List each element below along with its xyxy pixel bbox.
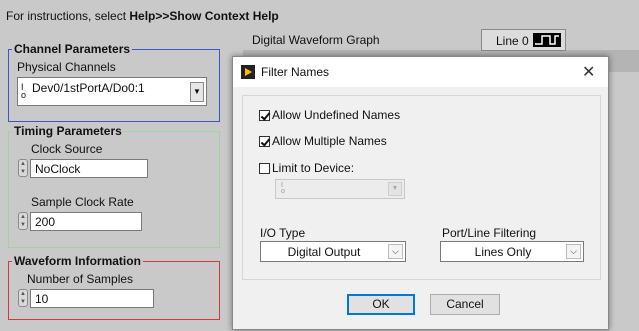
sample-clock-rate-field[interactable]: 200	[30, 212, 142, 231]
digital-waveform-icon	[533, 33, 561, 47]
line-selector-button[interactable]: Line 0	[481, 29, 566, 51]
io-type-select[interactable]: Digital Output ⌵	[260, 241, 406, 262]
dialog-title: Filter Names	[261, 65, 330, 79]
clock-source-label: Clock Source	[31, 142, 103, 156]
limit-to-device-option[interactable]: Limit to Device:	[259, 161, 354, 175]
chevron-down-icon[interactable]: ⌵	[566, 244, 581, 259]
chevron-down-icon[interactable]: ▼	[190, 82, 204, 102]
physical-channels-field[interactable]: Io Dev0/1stPortA/Do0:1 ▼	[17, 77, 207, 106]
io-type-label: I/O Type	[260, 226, 306, 240]
number-of-samples-field[interactable]: 10	[30, 289, 154, 308]
labview-app-icon	[241, 65, 255, 79]
close-icon[interactable]: ✕	[582, 62, 595, 82]
cancel-button[interactable]: Cancel	[430, 294, 500, 315]
allow-multiple-names-checkbox[interactable]	[259, 136, 270, 147]
io-type-value: Digital Output	[287, 245, 361, 259]
waveform-information-group: Waveform Information Number of Samples ▲…	[8, 254, 220, 320]
allow-undefined-names-option[interactable]: Allow Undefined Names	[259, 108, 400, 122]
waveform-information-title: Waveform Information	[12, 254, 143, 268]
physical-channels-label: Physical Channels	[17, 60, 116, 74]
io-name-icon: Io	[281, 182, 285, 195]
port-line-filtering-label: Port/Line Filtering	[442, 226, 537, 240]
timing-parameters-title: Timing Parameters	[12, 124, 124, 138]
line-label: Line 0	[496, 34, 529, 48]
chevron-down-icon[interactable]: ⌵	[388, 244, 403, 259]
port-line-filtering-value: Lines Only	[474, 245, 532, 259]
limit-to-device-checkbox[interactable]	[259, 163, 270, 174]
instructions-text: For instructions, select Help>>Show Cont…	[6, 9, 279, 23]
channel-parameters-title: Channel Parameters	[12, 42, 133, 56]
dialog-titlebar[interactable]: Filter Names ✕	[233, 57, 608, 87]
device-select-disabled: Io ▼	[275, 179, 405, 199]
number-of-samples-label: Number of Samples	[27, 272, 134, 286]
filter-names-dialog: Filter Names ✕ Allow Undefined Names All…	[232, 56, 609, 330]
chevron-down-icon: ▼	[388, 182, 402, 196]
io-name-icon: Io	[21, 82, 27, 100]
sample-clock-rate-label: Sample Clock Rate	[31, 195, 134, 209]
port-line-filtering-select[interactable]: Lines Only ⌵	[440, 241, 584, 262]
physical-channels-value: Dev0/1stPortA/Do0:1	[32, 81, 145, 95]
allow-undefined-names-checkbox[interactable]	[259, 110, 270, 121]
number-of-samples-stepper[interactable]: ▲ ▼	[18, 289, 28, 307]
channel-parameters-group: Channel Parameters Physical Channels Io …	[8, 42, 220, 122]
timing-parameters-group: Timing Parameters Clock Source ▲ ▼ NoCloc…	[8, 124, 220, 248]
clock-source-field[interactable]: NoClock	[30, 159, 148, 178]
sample-clock-rate-stepper[interactable]: ▲ ▼	[18, 212, 28, 230]
ok-button[interactable]: OK	[347, 294, 415, 315]
allow-multiple-names-option[interactable]: Allow Multiple Names	[259, 134, 387, 148]
graph-title: Digital Waveform Graph	[252, 33, 380, 47]
clock-source-stepper[interactable]: ▲ ▼	[18, 159, 28, 177]
